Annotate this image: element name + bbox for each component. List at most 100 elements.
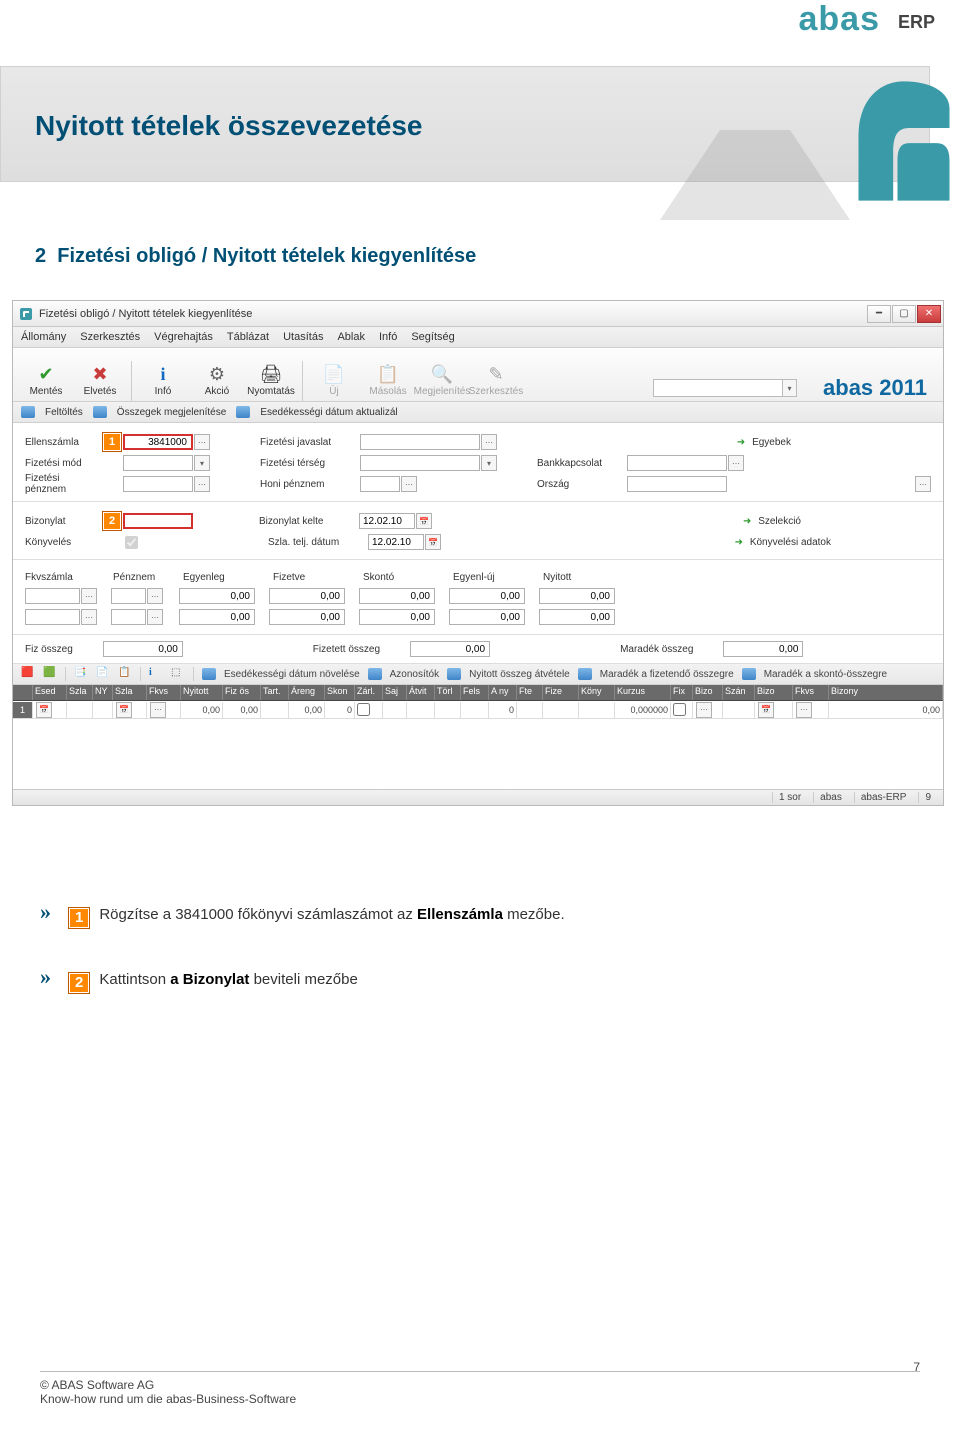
calendar-icon[interactable]: 📅 — [36, 702, 52, 718]
midbar-btn-icon[interactable] — [578, 668, 592, 680]
subbar-osszegek[interactable]: Összegek megjelenítése — [117, 407, 227, 418]
picker-icon[interactable]: ⋯ — [796, 702, 812, 718]
picker-icon[interactable]: ⋯ — [915, 476, 931, 492]
picker-icon[interactable]: ⋯ — [481, 434, 497, 450]
subbar-feltoltes[interactable]: Feltöltés — [45, 407, 83, 418]
picker-icon[interactable]: ⋯ — [728, 455, 744, 471]
input-bank[interactable] — [627, 455, 727, 471]
tool-icon[interactable]: 🟩 — [43, 667, 57, 681]
search-input[interactable] — [653, 379, 783, 397]
input-szladatum[interactable] — [368, 534, 424, 550]
midbar-azonositok[interactable]: Azonosítók — [390, 669, 439, 680]
grid-row[interactable]: 1 📅 📅 ⋯ 0,00 0,00 0,00 0 0 0,000000 ⋯ 📅 — [13, 701, 943, 719]
dropdown-icon[interactable]: ▾ — [481, 455, 497, 471]
menu-edit[interactable]: Szerkesztés — [80, 331, 140, 343]
panel-totals: Fkvszámla Pénznem Egyenleg Fizetve Skont… — [13, 560, 943, 635]
discard-button[interactable]: ✖Elvetés — [73, 358, 127, 401]
midbar-nyitott[interactable]: Nyitott összeg átvétele — [469, 669, 570, 680]
input-bizkelte[interactable] — [359, 513, 415, 529]
picker-icon[interactable]: ⋯ — [401, 476, 417, 492]
tool-icon[interactable]: ⬚ — [171, 667, 185, 681]
print-button[interactable]: 🖨Nyomtatás — [244, 358, 298, 401]
calendar-icon[interactable]: 📅 — [116, 702, 132, 718]
minimize-button[interactable]: ━ — [867, 305, 891, 323]
menu-table[interactable]: Táblázat — [227, 331, 269, 343]
quote-icon: » — [40, 899, 51, 924]
input-fkv2[interactable] — [25, 609, 80, 625]
input-maradek[interactable] — [723, 641, 803, 657]
input-eu2[interactable] — [449, 609, 525, 625]
input-fizosszeg[interactable] — [103, 641, 183, 657]
chk-zarl[interactable] — [357, 703, 370, 716]
input-ny2[interactable] — [539, 609, 615, 625]
picker-icon[interactable]: ⋯ — [696, 702, 712, 718]
input-fizters[interactable] — [360, 455, 480, 471]
btn-szelekcio[interactable]: ➜Szelekció — [740, 513, 801, 529]
input-orszag[interactable] — [627, 476, 727, 492]
input-fizjav[interactable] — [360, 434, 480, 450]
input-ny1[interactable] — [539, 588, 615, 604]
lbl-honipenz: Honi pénznem — [260, 479, 360, 490]
picker-icon[interactable]: ⋯ — [81, 588, 97, 604]
info-button[interactable]: iInfó — [136, 358, 190, 401]
midbar-btn-icon[interactable] — [368, 668, 382, 680]
menu-command[interactable]: Utasítás — [283, 331, 323, 343]
input-fz2[interactable] — [269, 609, 345, 625]
menu-info[interactable]: Infó — [379, 331, 397, 343]
calendar-icon[interactable]: 📅 — [758, 702, 774, 718]
tool-icon[interactable]: 📑 — [74, 667, 88, 681]
btn-egyebek[interactable]: ➜Egyebek — [734, 434, 791, 450]
btn-konyvadatok[interactable]: ➜Könyvelési adatok — [732, 534, 831, 550]
picker-icon[interactable]: ⋯ — [150, 702, 166, 718]
midbar-maradek-skonto[interactable]: Maradék a skontó-összegre — [764, 669, 887, 680]
midbar-btn-icon[interactable] — [202, 668, 216, 680]
tool-icon[interactable]: 📋 — [118, 667, 132, 681]
input-sk1[interactable] — [359, 588, 435, 604]
action-button[interactable]: ⚙Akció — [190, 358, 244, 401]
picker-icon[interactable]: ⋯ — [147, 588, 163, 604]
calendar-icon[interactable]: 📅 — [416, 513, 432, 529]
menu-file[interactable]: Állomány — [21, 331, 66, 343]
subbar-btn-icon[interactable] — [21, 406, 35, 418]
input-eg1[interactable] — [179, 588, 255, 604]
menu-window[interactable]: Ablak — [337, 331, 365, 343]
view-button: 🔍Megjelenítés — [415, 358, 469, 401]
subbar-btn-icon[interactable] — [93, 406, 107, 418]
input-fizetett[interactable] — [410, 641, 490, 657]
search-dropdown[interactable]: ▾ — [783, 379, 797, 397]
midbar-esedekessegi[interactable]: Esedékességi dátum növelése — [224, 669, 360, 680]
midbar-maradek-fiz[interactable]: Maradék a fizetendő összegre — [600, 669, 734, 680]
midbar-btn-icon[interactable] — [742, 668, 756, 680]
input-fz1[interactable] — [269, 588, 345, 604]
dropdown-icon[interactable]: ▾ — [194, 455, 210, 471]
input-fizpenz[interactable] — [123, 476, 193, 492]
tool-icon[interactable]: 🟥 — [21, 667, 35, 681]
picker-icon[interactable]: ⋯ — [194, 434, 210, 450]
input-eu1[interactable] — [449, 588, 525, 604]
calendar-icon[interactable]: 📅 — [425, 534, 441, 550]
menu-help[interactable]: Segítség — [411, 331, 454, 343]
input-eg2[interactable] — [179, 609, 255, 625]
input-honipenz[interactable] — [360, 476, 400, 492]
picker-icon[interactable]: ⋯ — [147, 609, 163, 625]
subbar-esedekessegi[interactable]: Esedékességi dátum aktualizál — [260, 407, 397, 418]
input-fkv1[interactable] — [25, 588, 80, 604]
input-fizmod[interactable] — [123, 455, 193, 471]
midbar-btn-icon[interactable] — [447, 668, 461, 680]
input-pn2[interactable] — [111, 609, 146, 625]
close-button[interactable]: ✕ — [917, 305, 941, 323]
picker-icon[interactable]: ⋯ — [194, 476, 210, 492]
midbar: 🟥 🟩 📑 📄 📋 i ⬚ Esedékességi dátum növelés… — [13, 664, 943, 685]
save-button[interactable]: ✔Mentés — [19, 358, 73, 401]
input-ellenszamla[interactable] — [123, 434, 193, 450]
tool-icon[interactable]: 📄 — [96, 667, 110, 681]
chk-fix[interactable] — [673, 703, 686, 716]
subbar-btn-icon[interactable] — [236, 406, 250, 418]
input-pn1[interactable] — [111, 588, 146, 604]
input-bizonylat[interactable] — [123, 513, 193, 529]
maximize-button[interactable]: ▢ — [892, 305, 916, 323]
menu-exec[interactable]: Végrehajtás — [154, 331, 213, 343]
input-sk2[interactable] — [359, 609, 435, 625]
picker-icon[interactable]: ⋯ — [81, 609, 97, 625]
info-icon[interactable]: i — [149, 667, 163, 681]
